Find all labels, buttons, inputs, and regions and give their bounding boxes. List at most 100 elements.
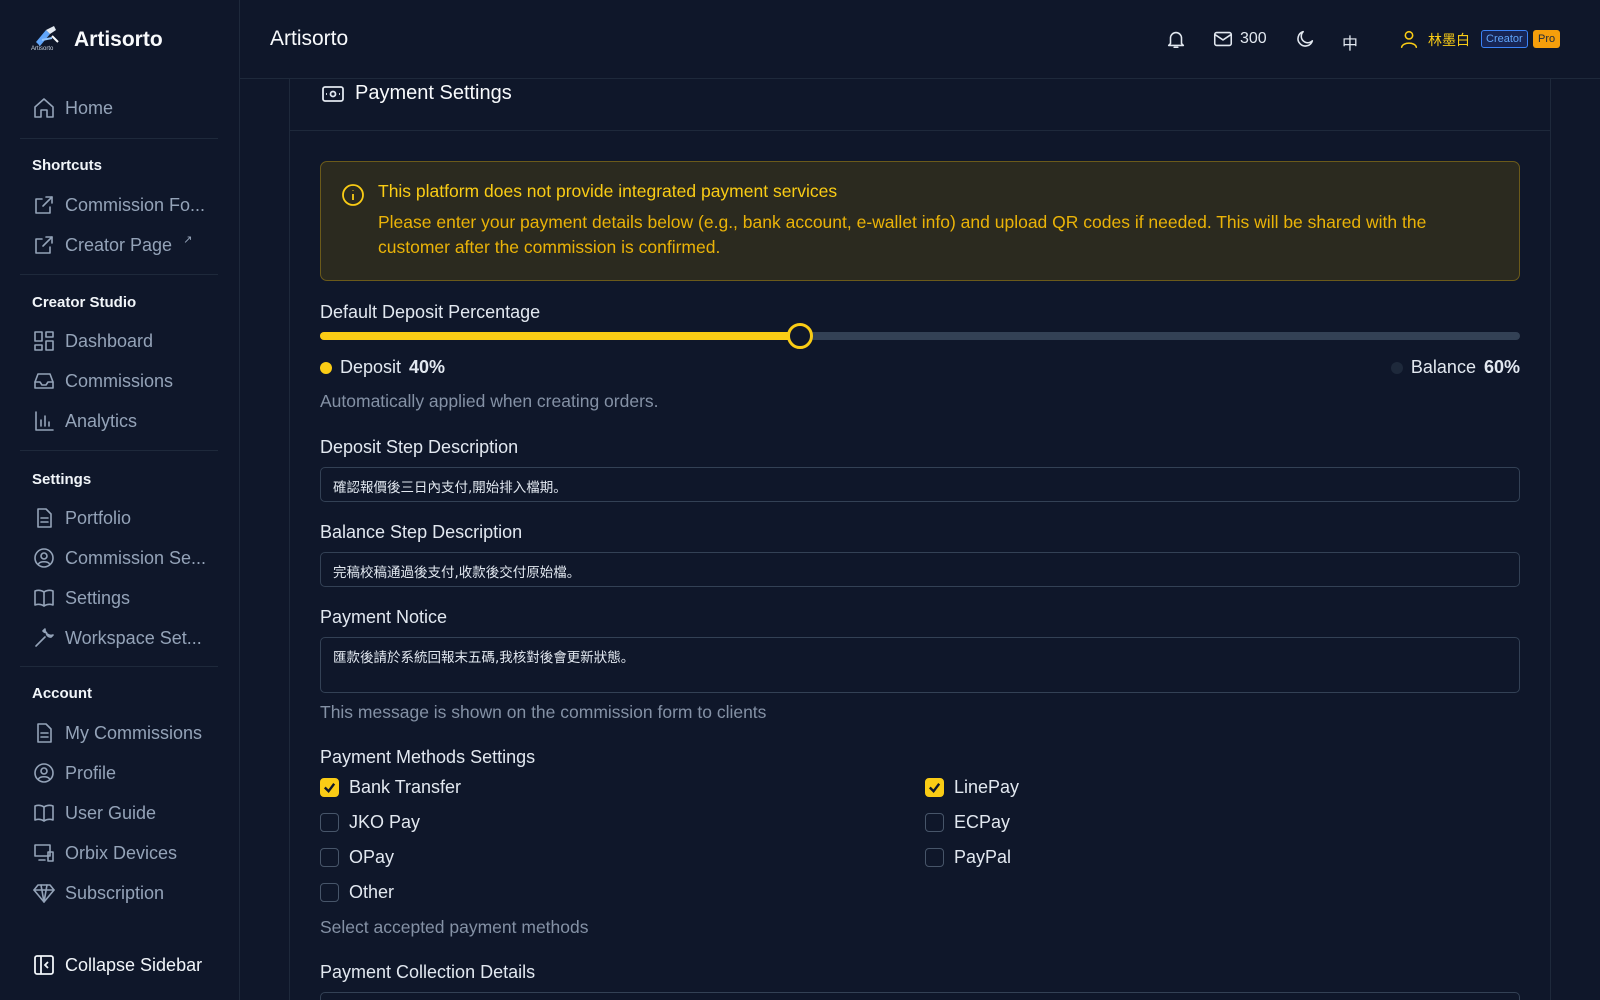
info-icon <box>341 183 365 212</box>
sidebar-item-settings[interactable]: Settings <box>32 582 212 614</box>
bell-icon <box>1167 31 1185 49</box>
payment-icon <box>321 84 345 109</box>
book-icon <box>34 804 54 822</box>
deposit-legend-label: Deposit <box>340 357 402 377</box>
payment-notice-helper: This message is shown on the commission … <box>320 702 767 722</box>
sidebar-item-orbix-devices[interactable]: Orbix Devices <box>32 837 212 869</box>
deposit-step-label: Deposit Step Description <box>320 437 519 457</box>
sidebar-item-dashboard[interactable]: Dashboard <box>32 325 212 357</box>
creator-badge: Creator <box>1481 30 1528 48</box>
sidebar-item-subscription[interactable]: Subscription <box>32 877 212 909</box>
deposit-dot-icon <box>320 361 332 374</box>
sidebar-item-home[interactable]: Home <box>32 92 212 124</box>
mail-count: 300 <box>1240 30 1267 47</box>
balance-dot-icon <box>1390 361 1403 374</box>
method-opay-checkbox[interactable]: OPay <box>320 847 394 868</box>
wrench-icon <box>35 628 54 647</box>
sidebar-item-commissions[interactable]: Commissions <box>32 365 212 397</box>
brand-logo-caption: Artisorto <box>31 46 54 52</box>
alert-title: This platform does not provide integrate… <box>378 181 838 201</box>
mail-button[interactable] <box>1212 28 1234 50</box>
external-arrow-icon: ↗ <box>183 233 193 246</box>
collapse-sidebar-label: Collapse Sidebar <box>65 954 203 975</box>
external-link-icon <box>35 196 53 214</box>
sidebar-divider <box>20 450 218 451</box>
theme-toggle-button[interactable] <box>1294 28 1316 50</box>
deposit-legend-value: 40% <box>409 357 446 377</box>
payment-notice-label: Payment Notice <box>320 607 448 627</box>
deposit-legend: Deposit 40% <box>320 357 445 378</box>
inbox-icon <box>34 373 54 389</box>
sidebar-item-portfolio[interactable]: Portfolio <box>32 502 212 534</box>
balance-legend-value: 60% <box>1483 357 1520 377</box>
deposit-slider-thumb[interactable] <box>787 323 813 349</box>
checkbox-box[interactable] <box>320 813 339 832</box>
sidebar-item-commission-form[interactable]: Commission Fo... <box>32 189 212 221</box>
sidebar-item-workspace-settings[interactable]: Workspace Set... <box>32 622 212 654</box>
sidebar-item-analytics[interactable]: Analytics <box>32 405 212 437</box>
pro-badge: Pro <box>1533 30 1561 48</box>
balance-step-label: Balance Step Description <box>320 522 523 542</box>
home-icon <box>34 98 54 118</box>
sidebar-divider <box>20 666 218 667</box>
user-circle-icon <box>34 763 54 783</box>
user-name[interactable]: 林墨白 <box>1428 30 1470 50</box>
sidebar-item-creator-page[interactable]: Creator Page ↗ <box>32 229 212 261</box>
method-bank-transfer-checkbox[interactable]: Bank Transfer <box>320 777 461 798</box>
sidebar-item-my-commissions[interactable]: My Commissions <box>32 717 212 749</box>
document-icon <box>37 723 52 743</box>
brand-logo-icon: Artisorto <box>31 24 62 56</box>
sidebar-divider <box>20 274 218 275</box>
checkbox-box[interactable] <box>320 848 339 867</box>
section-title-creator-studio: Creator Studio <box>32 294 137 311</box>
payment-collection-label: Payment Collection Details <box>320 962 536 982</box>
top-header: Artisorto 300 中 <box>240 0 1600 79</box>
card-header: Payment Settings <box>290 79 1550 131</box>
bar-chart-icon <box>35 411 54 431</box>
user-menu-button[interactable] <box>1398 28 1420 50</box>
checkbox-box[interactable] <box>925 848 944 867</box>
section-title-settings: Settings <box>32 471 92 488</box>
deposit-helper-text: Automatically applied when creating orde… <box>320 391 659 411</box>
balance-step-input[interactable]: 完稿校稿通過後支付,收款後交付原始檔。 <box>320 552 1520 587</box>
header-title: Artisorto <box>270 27 349 50</box>
method-ecpay-checkbox[interactable]: ECPay <box>925 812 1010 833</box>
brand[interactable]: Artisorto Artisorto <box>31 24 163 56</box>
sidebar: Artisorto Artisorto Home Shortcuts Commi… <box>0 0 240 1000</box>
deposit-slider[interactable] <box>320 323 1520 349</box>
notifications-button[interactable] <box>1165 28 1187 50</box>
checkbox-box[interactable] <box>320 778 339 797</box>
payment-methods-label: Payment Methods Settings <box>320 747 536 767</box>
section-title-shortcuts: Shortcuts <box>32 157 103 174</box>
diamond-icon <box>33 884 55 903</box>
checkbox-box[interactable] <box>925 813 944 832</box>
sidebar-item-user-guide[interactable]: User Guide <box>32 797 212 829</box>
user-icon <box>1400 30 1418 49</box>
payment-methods-helper: Select accepted payment methods <box>320 917 589 937</box>
check-icon <box>323 783 336 794</box>
deposit-step-input[interactable]: 確認報價後三日內支付,開始排入檔期。 <box>320 467 1520 502</box>
book-icon <box>34 589 54 607</box>
moon-icon <box>1297 30 1314 47</box>
sidebar-item-profile[interactable]: Profile <box>32 757 212 789</box>
dashboard-icon <box>34 331 54 351</box>
balance-legend: Balance 60% <box>1390 357 1520 378</box>
sidebar-item-commission-settings[interactable]: Commission Se... <box>32 542 212 574</box>
collapse-sidebar-button[interactable]: Collapse Sidebar <box>32 953 202 977</box>
method-paypal-checkbox[interactable]: PayPal <box>925 847 1011 868</box>
devices-icon <box>34 844 54 862</box>
method-jko-pay-checkbox[interactable]: JKO Pay <box>320 812 420 833</box>
payment-collection-input[interactable] <box>320 992 1520 1000</box>
language-switch[interactable]: 中 <box>1342 30 1358 54</box>
section-title-account: Account <box>32 685 92 702</box>
method-other-checkbox[interactable]: Other <box>320 882 394 903</box>
checkbox-box[interactable] <box>925 778 944 797</box>
alert-body: Please enter your payment details below … <box>378 212 1427 257</box>
check-icon <box>928 783 941 794</box>
deposit-slider-fill <box>320 332 800 340</box>
payment-notice-textarea[interactable]: 匯款後請於系統回報末五碼,我核對後會更新狀態。 <box>320 637 1520 693</box>
external-link-icon <box>35 236 53 254</box>
checkbox-box[interactable] <box>320 883 339 902</box>
mail-icon <box>1213 31 1233 47</box>
method-linepay-checkbox[interactable]: LinePay <box>925 777 1019 798</box>
